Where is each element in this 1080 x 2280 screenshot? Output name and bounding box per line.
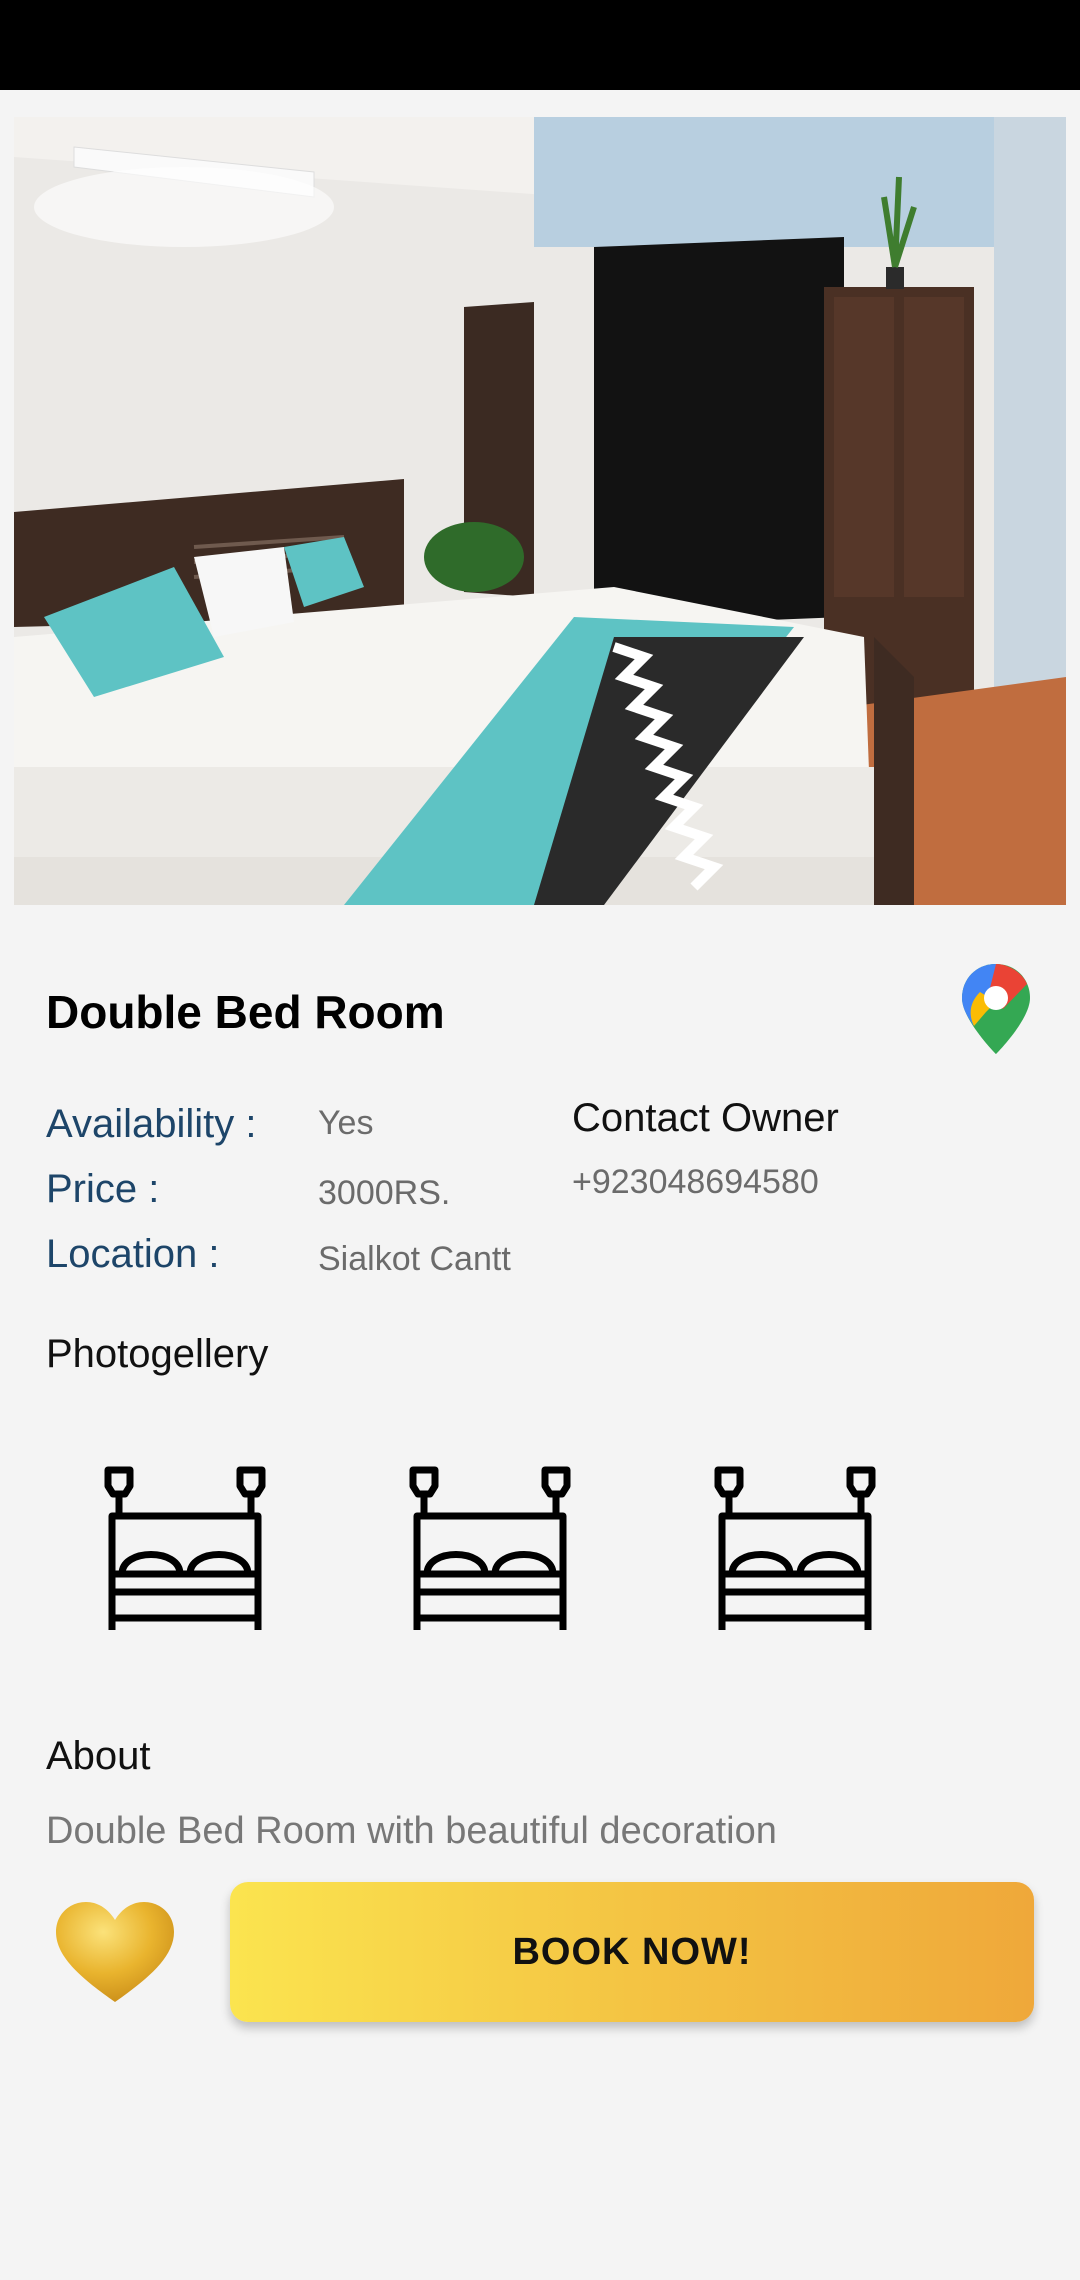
availability-label: Availability :: [46, 1102, 257, 1146]
availability-value: Yes: [318, 1104, 374, 1142]
price-label: Price :: [46, 1167, 160, 1211]
room-photo: [14, 117, 1066, 905]
bed-icon[interactable]: [710, 1462, 880, 1632]
bed-icon[interactable]: [100, 1462, 270, 1632]
about-title: About: [46, 1734, 151, 1778]
owner-phone[interactable]: +923048694580: [572, 1163, 819, 1202]
google-maps-pin-icon[interactable]: [960, 962, 1032, 1056]
room-title: Double Bed Room: [46, 986, 445, 1038]
about-text: Double Bed Room with beautiful decoratio…: [46, 1810, 777, 1852]
photogallery-title: Photogellery: [46, 1332, 269, 1376]
contact-owner-title: Contact Owner: [572, 1096, 839, 1140]
book-now-button[interactable]: BOOK NOW!: [230, 1882, 1034, 2022]
status-bar: [0, 0, 1080, 90]
location-label: Location :: [46, 1232, 220, 1276]
bed-icon[interactable]: [405, 1462, 575, 1632]
price-value: 3000RS.: [318, 1174, 451, 1212]
location-value: Sialkot Cantt: [318, 1240, 511, 1278]
heart-icon[interactable]: [54, 1900, 176, 2004]
